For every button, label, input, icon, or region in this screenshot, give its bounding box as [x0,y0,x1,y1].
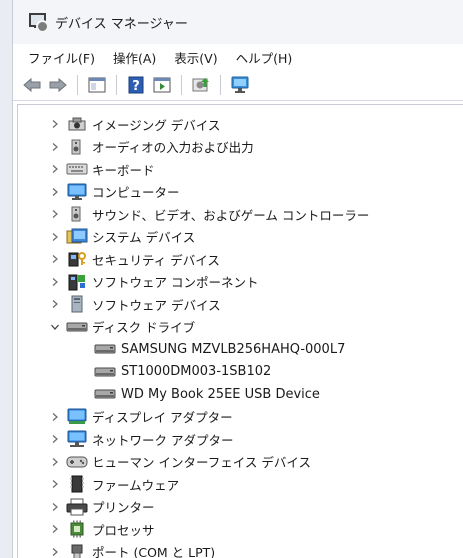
chevron-right-icon[interactable] [48,299,62,309]
speaker-icon [66,138,88,156]
tree-device-item[interactable]: SAMSUNG MZVLB256HAHQ-000L7 [18,338,463,361]
device-manager-app-icon [27,12,49,33]
disk-drive-icon [94,340,116,358]
tree-device-label: WD My Book 25EE USB Device [121,386,320,402]
keyboard-icon [66,160,88,178]
tree-category-label: ヒューマン インターフェイス デバイス [92,455,311,471]
printer-icon [66,498,88,516]
forward-arrow-icon[interactable] [47,74,69,96]
software-component-icon [66,273,88,291]
title-bar[interactable]: デバイス マネージャー [13,0,463,44]
tree-category[interactable]: ネットワーク アダプター [18,428,463,451]
chevron-right-icon[interactable] [48,524,62,534]
chevron-right-icon[interactable] [48,209,62,219]
menu-help[interactable]: ヘルプ(H) [227,45,302,70]
chevron-right-icon[interactable] [48,254,62,264]
device-tree: イメージング デバイスオーディオの入力および出力 キーボードコンピューターサウンド… [17,104,463,558]
toolbar: ? [13,70,463,101]
svg-text:?: ? [132,79,140,94]
chevron-right-icon[interactable] [48,547,62,557]
tree-category[interactable]: ソフトウェア デバイス [18,293,463,316]
tree-category-label: システム デバイス [92,230,196,246]
chevron-right-icon[interactable] [48,164,62,174]
tree-category-label: イメージング デバイス [92,117,221,133]
tree-category-label: サウンド、ビデオ、およびゲーム コントローラー [92,207,370,223]
menu-view[interactable]: 表示(V) [165,45,226,70]
tree-category-label: セキュリティ デバイス [92,252,220,268]
scan-hardware-icon[interactable] [229,74,251,96]
tree-category[interactable]: ソフトウェア コンポーネント [18,271,463,294]
back-arrow-icon[interactable] [21,74,43,96]
port-icon [66,543,88,558]
tree-category-label: ソフトウェア デバイス [92,297,221,313]
processor-icon [66,520,88,538]
action-pane-icon[interactable] [151,74,173,96]
help-icon[interactable]: ? [125,74,147,96]
tree-category[interactable]: システム デバイス [18,226,463,249]
tree-category-label: ソフトウェア コンポーネント [92,275,259,291]
tree-category-label: ディスプレイ アダプター [92,410,233,426]
tree-category-label: ディスク ドライブ [92,320,196,336]
disk-drive-icon [94,363,116,381]
tree-device-label: ST1000DM003-1SB102 [121,364,272,380]
tree-category[interactable]: ファームウェア [18,473,463,496]
chevron-right-icon[interactable] [48,412,62,422]
tree-category-label: プリンター [92,500,155,516]
tree-category-label: コンピューター [92,185,180,201]
tree-device-item[interactable]: ST1000DM003-1SB102 [18,361,463,384]
tree-category[interactable]: ポート (COM と LPT) [18,541,463,558]
chevron-right-icon[interactable] [48,457,62,467]
device-manager-window: デバイス マネージャー ファイル(F) 操作(A) 表示(V) ヘルプ(H) ? [12,0,463,558]
hid-icon [66,453,88,471]
tree-device-label: SAMSUNG MZVLB256HAHQ-000L7 [121,341,346,357]
chevron-right-icon[interactable] [48,434,62,444]
show-hide-console-tree-icon[interactable] [86,74,108,96]
network-adapter-icon [66,430,88,448]
tree-category[interactable]: サウンド、ビデオ、およびゲーム コントローラー [18,203,463,226]
tree-category[interactable]: コンピューター [18,181,463,204]
tree-category[interactable]: セキュリティ デバイス [18,248,463,271]
security-key-icon [66,250,88,268]
tree-category[interactable]: キーボード [18,158,463,181]
computer-icon [66,183,88,201]
system-devices-icon [66,228,88,246]
tree-category-label: キーボード [92,162,155,178]
sound-video-game-icon [66,205,88,223]
tree-category[interactable]: プリンター [18,496,463,519]
menu-file[interactable]: ファイル(F) [19,45,104,70]
tree-category-label: オーディオの入力および出力 [92,140,254,156]
chevron-right-icon[interactable] [48,502,62,512]
firmware-icon [66,475,88,493]
tree-category[interactable]: プロセッサ [18,518,463,541]
tree-category-label: ポート (COM と LPT) [92,545,216,558]
chevron-right-icon[interactable] [48,142,62,152]
camera-icon [66,115,88,133]
software-device-icon [66,295,88,313]
tree-category-label: ネットワーク アダプター [92,432,234,448]
tree-category[interactable]: ヒューマン インターフェイス デバイス [18,451,463,474]
tree-category[interactable]: イメージング デバイス [18,113,463,136]
tree-category[interactable]: オーディオの入力および出力 [18,136,463,159]
chevron-right-icon[interactable] [48,119,62,129]
disk-drive-icon [66,318,88,336]
tree-category-label: ファームウェア [92,477,180,493]
display-adapter-icon [66,408,88,426]
update-driver-icon[interactable] [190,74,212,96]
menu-action[interactable]: 操作(A) [104,45,165,70]
tree-device-item[interactable]: WD My Book 25EE USB Device [18,383,463,406]
chevron-right-icon[interactable] [48,479,62,489]
window-title: デバイス マネージャー [55,16,188,32]
disk-drive-icon [94,385,116,403]
chevron-right-icon[interactable] [48,277,62,287]
chevron-right-icon[interactable] [48,187,62,197]
tree-category-label: プロセッサ [92,522,155,538]
chevron-right-icon[interactable] [48,232,62,242]
chevron-down-icon[interactable] [48,322,62,332]
menu-bar: ファイル(F) 操作(A) 表示(V) ヘルプ(H) [13,44,463,70]
tree-category[interactable]: ディスク ドライブ [18,316,463,339]
tree-category[interactable]: ディスプレイ アダプター [18,406,463,429]
